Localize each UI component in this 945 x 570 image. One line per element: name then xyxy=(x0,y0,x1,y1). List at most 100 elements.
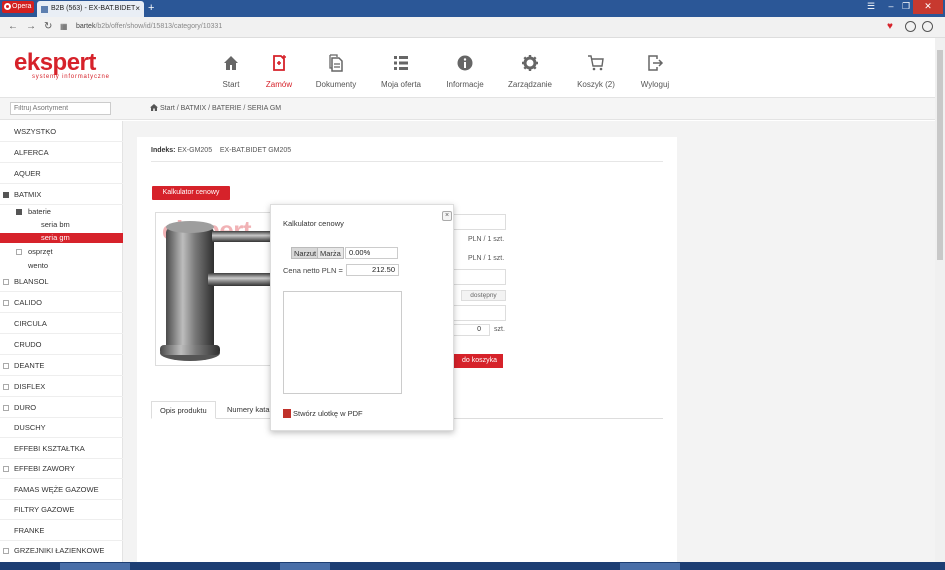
stock-badge: dostępny xyxy=(461,290,506,301)
filter-row: Start / BATMIX / BATERIE / SERIA GM xyxy=(0,98,935,120)
taskbar-app[interactable] xyxy=(280,563,330,570)
nav-cart[interactable]: Koszyk (2) xyxy=(576,54,616,89)
sidebar-item[interactable]: GRZEJNIKI ŁAZIENKOWE xyxy=(0,546,123,556)
sidebar-item[interactable]: FRANKE xyxy=(0,526,123,536)
sidebar-item[interactable]: EFFEBI ZAWORY xyxy=(0,464,123,474)
price-field-1 xyxy=(453,214,506,230)
nav-my-offer[interactable]: Moja oferta xyxy=(379,54,423,89)
sidebar-item-label: DEANTE xyxy=(14,361,45,370)
sidebar-item[interactable]: osprzęt xyxy=(0,247,123,257)
tab-catalog-numbers[interactable]: Numery kata xyxy=(219,401,278,419)
sidebar-item[interactable]: CALIDO xyxy=(0,298,123,308)
tab-description[interactable]: Opis produktu xyxy=(151,401,216,419)
sidebar-item[interactable]: CIRCULA xyxy=(0,319,123,329)
divider xyxy=(0,291,123,292)
expand-icon[interactable] xyxy=(3,548,9,554)
sidebar-item[interactable]: DEANTE xyxy=(0,361,123,371)
nav-order[interactable]: Zamów xyxy=(264,54,294,89)
order-icon xyxy=(273,55,286,71)
sidebar-item[interactable]: WSZYSTKO xyxy=(0,127,123,137)
taskbar-app[interactable] xyxy=(620,563,680,570)
expand-icon[interactable] xyxy=(3,384,9,390)
speed-dial-icon[interactable]: ▦ xyxy=(60,20,68,34)
page-scrollbar[interactable] xyxy=(935,38,945,570)
product-image[interactable]: ekspert xyxy=(155,212,272,366)
sidebar-item-label: wento xyxy=(28,261,49,270)
net-price-input[interactable]: 212.50 xyxy=(346,264,399,276)
back-icon[interactable]: ← xyxy=(8,20,18,34)
create-pdf-link[interactable]: Stwórz ulotkę w PDF xyxy=(283,409,363,418)
tab-close-icon[interactable]: × xyxy=(135,1,140,17)
divider xyxy=(0,417,123,418)
sidebar-item[interactable]: BLANSOL xyxy=(0,277,123,287)
sidebar-item[interactable]: seria bm xyxy=(0,220,123,230)
quantity-stepper[interactable]: 0 xyxy=(448,324,490,336)
brand-logo[interactable]: ekspert systemy informatyczne xyxy=(14,51,110,81)
reload-icon[interactable]: ↻ xyxy=(44,20,52,34)
percent-input[interactable]: 0.00% xyxy=(345,247,398,259)
sidebar-item[interactable]: ALFERCA xyxy=(0,148,123,158)
nav-information[interactable]: Informacje xyxy=(444,54,486,89)
nav-label: Zamów xyxy=(265,80,293,89)
sidebar-item-label: seria bm xyxy=(41,220,70,229)
new-tab-button[interactable]: + xyxy=(148,1,154,15)
sidebar-item[interactable]: FILTRY GAZOWE xyxy=(0,505,123,515)
assortment-filter-input[interactable] xyxy=(10,102,111,115)
close-icon[interactable]: × xyxy=(442,211,452,221)
price-field-2 xyxy=(453,269,506,285)
extra-field xyxy=(453,305,506,321)
markup-button[interactable]: Narzut xyxy=(291,247,320,259)
nav-management[interactable]: Zarządzanie xyxy=(506,54,554,89)
index-label: Indeks: xyxy=(151,147,176,154)
taskbar-app[interactable] xyxy=(60,563,130,570)
sidebar-item[interactable]: EFFEBI KSZTAŁTKA xyxy=(0,444,123,454)
expand-icon[interactable] xyxy=(3,279,9,285)
expand-icon[interactable] xyxy=(16,249,22,255)
nav-start[interactable]: Start xyxy=(219,54,243,89)
add-to-cart-button[interactable]: do koszyka xyxy=(448,354,503,368)
sidebar-item[interactable]: DURO xyxy=(0,403,123,413)
window-minimize-button[interactable]: – xyxy=(884,0,898,14)
breadcrumb-text[interactable]: Start / BATMIX / BATERIE / SERIA GM xyxy=(160,105,281,112)
sidebar-item[interactable]: seria gm xyxy=(0,233,123,243)
expand-icon[interactable] xyxy=(3,405,9,411)
divider xyxy=(0,183,123,184)
margin-button[interactable]: Marża xyxy=(317,247,344,259)
collapse-icon[interactable] xyxy=(3,192,9,198)
price-calculator-dialog: Kalkulator cenowy × Narzut Marża 0.00% C… xyxy=(270,204,454,431)
sidebar-item[interactable]: AQUER xyxy=(0,169,123,179)
browser-tab[interactable]: B2B (563) - EX-BAT.BIDET × xyxy=(37,1,144,17)
sidebar-item[interactable]: FAMAS WĘŻE GAZOWE xyxy=(0,485,123,495)
collapse-icon[interactable] xyxy=(16,209,22,215)
window-close-button[interactable]: ✕ xyxy=(913,0,943,14)
divider xyxy=(151,161,663,162)
notes-textarea[interactable] xyxy=(283,291,402,394)
nav-logout[interactable]: Wyloguj xyxy=(639,54,671,89)
sidebar-item[interactable]: wento xyxy=(0,261,123,271)
divider xyxy=(0,396,123,397)
easy-setup-icon[interactable]: ☰ xyxy=(864,0,878,14)
nav-documents[interactable]: Dokumenty xyxy=(314,54,358,89)
forward-icon[interactable]: → xyxy=(26,20,36,34)
product-name: EX-BAT.BIDET GM205 xyxy=(219,147,292,154)
opera-menu-button[interactable]: Opera xyxy=(2,1,34,13)
url-field[interactable]: bartek/b2b/offer/show/id/15813/category/… xyxy=(76,21,222,33)
heart-icon[interactable]: ♥ xyxy=(887,20,893,34)
expand-icon[interactable] xyxy=(3,466,9,472)
window-maximize-button[interactable]: ❐ xyxy=(899,0,913,14)
expand-icon[interactable] xyxy=(3,363,9,369)
price-calculator-button[interactable]: Kalkulator cenowy xyxy=(152,186,230,200)
info-icon xyxy=(457,55,473,71)
divider xyxy=(0,354,123,355)
sidebar-item[interactable]: DUSCHY xyxy=(0,423,123,433)
download-icon[interactable] xyxy=(922,21,933,32)
sidebar-item[interactable]: baterie xyxy=(0,207,123,217)
scrollbar-thumb[interactable] xyxy=(937,50,943,260)
expand-icon[interactable] xyxy=(3,300,9,306)
sidebar-item-label: osprzęt xyxy=(28,247,53,256)
snapshot-icon[interactable] xyxy=(905,21,916,32)
sidebar-item[interactable]: DISFLEX xyxy=(0,382,123,392)
opera-logo-icon xyxy=(4,3,11,10)
sidebar-item[interactable]: CRUDO xyxy=(0,340,123,350)
sidebar-item[interactable]: BATMIX xyxy=(0,190,123,200)
